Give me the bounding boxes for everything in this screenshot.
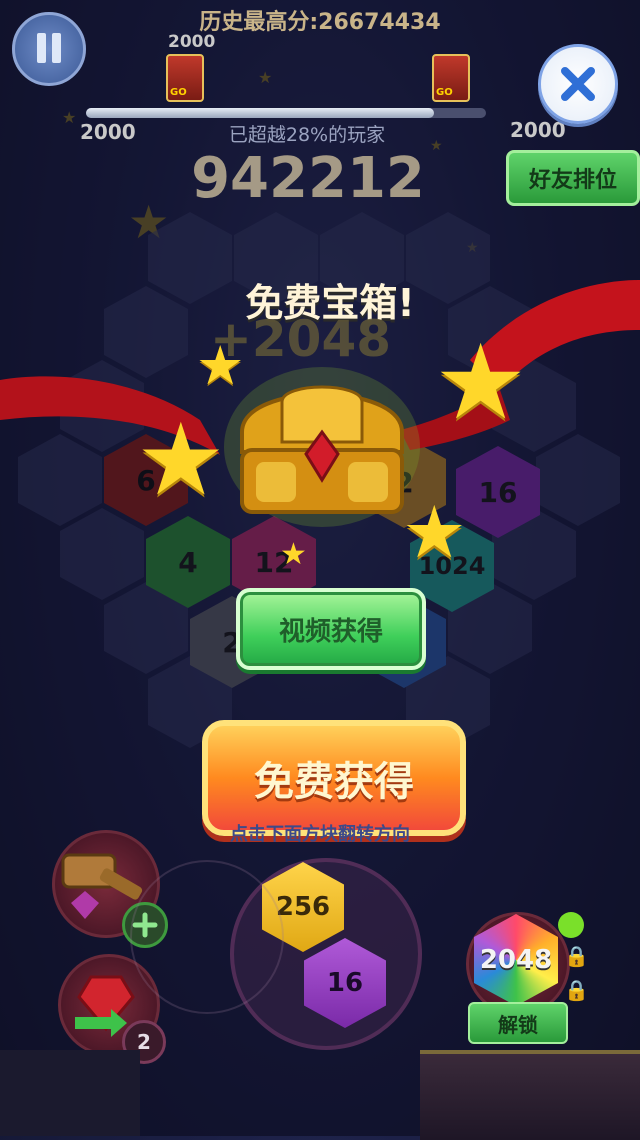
progress-bar — [86, 108, 486, 118]
pause-icon — [37, 33, 61, 63]
status-dot — [558, 912, 584, 938]
sparkle-star: ★ — [402, 490, 467, 574]
unlock-label: 解锁 — [498, 1012, 538, 1037]
sparkle-star: ★ — [136, 401, 226, 518]
lock-icon: 🔒 — [564, 978, 589, 1002]
friends-ranking-label: 好友排位 — [528, 168, 617, 193]
sparkle-star: ★ — [196, 334, 245, 397]
best-score-value: 26674434 — [318, 10, 441, 35]
go-badge-icon: GO — [170, 87, 187, 98]
close-icon — [561, 67, 595, 101]
pause-button[interactable] — [12, 12, 86, 86]
watch-video-button[interactable]: 视频获得 — [236, 588, 426, 670]
carousel-decoration — [420, 1050, 640, 1140]
percentile-text: 已超越28%的玩家 — [228, 124, 386, 146]
rank-avatar-right: GO — [432, 54, 470, 102]
sparkle-star: ★ — [434, 321, 528, 443]
free-claim-label: 免费获得 — [254, 759, 414, 805]
sparkle-star: ★ — [280, 537, 307, 572]
free-claim-button[interactable]: 免费获得 — [202, 720, 466, 836]
best-score-label: 历史最高分: — [199, 10, 319, 35]
progress-left-top: 2000 — [168, 32, 216, 52]
progress-fill — [86, 108, 434, 118]
unlock-button[interactable]: 解锁 — [468, 1002, 568, 1044]
close-button[interactable] — [538, 44, 618, 124]
treasure-chest-icon — [224, 367, 420, 527]
friends-ranking-button[interactable]: 好友排位 — [506, 150, 640, 206]
lock-icon: 🔒 — [564, 944, 589, 968]
rank-avatar-left: GO — [166, 54, 204, 102]
watch-video-label: 视频获得 — [278, 616, 383, 647]
ferris-wheel-decoration — [130, 860, 284, 1014]
go-badge-icon: GO — [436, 87, 453, 98]
best-score: 历史最高分:26674434 — [0, 4, 640, 36]
building-decoration — [0, 1050, 140, 1136]
